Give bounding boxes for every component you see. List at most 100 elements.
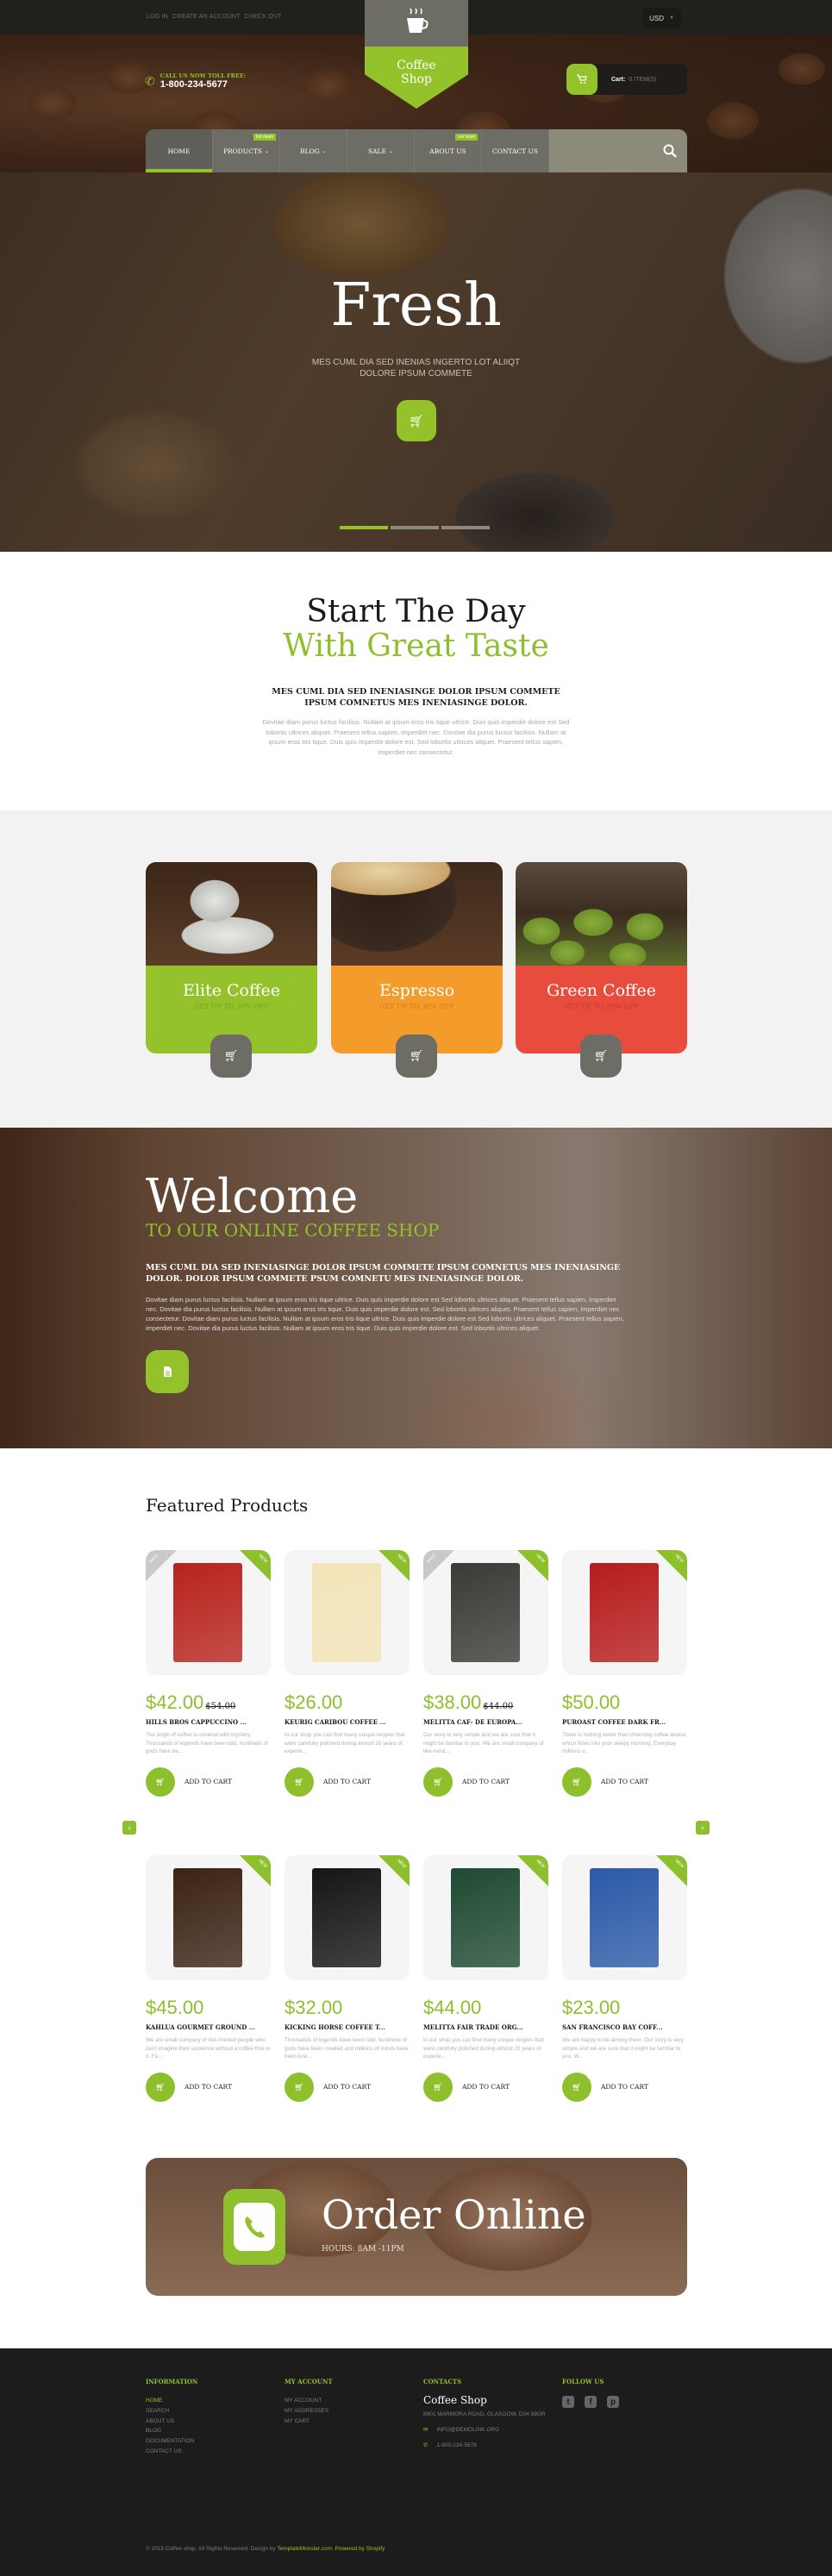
category-cart-button[interactable]: 🛒︎ <box>210 1035 252 1078</box>
cart-widget[interactable]: Cart: 0 ITEM(S) <box>566 64 687 95</box>
add-to-cart-button[interactable]: 🛒︎ <box>423 1767 453 1797</box>
product-name[interactable]: KICKING HORSE COFFEE T... <box>285 2023 410 2031</box>
footer-heading: FOLLOW US <box>562 2378 604 2385</box>
carousel-next-button[interactable]: › <box>696 1821 710 1835</box>
logo-text: Coffee Shop <box>397 59 436 86</box>
add-to-cart-button[interactable]: 🛒︎ <box>285 2073 314 2102</box>
product-description: Our story is very simple and we are sure… <box>423 1732 544 1754</box>
product-name[interactable]: KEURIG CARIBOU COFFEE ... <box>285 1718 410 1726</box>
product-name[interactable]: HILLS BROS CAPPUCCINO ... <box>146 1718 271 1726</box>
welcome-title: Welcome <box>146 1169 359 1223</box>
category-offer: GET UP TO 30% OFF <box>563 1003 640 1010</box>
add-to-cart-label[interactable]: ADD TO CART <box>462 1778 510 1785</box>
product-image[interactable]: NEW <box>562 1550 687 1675</box>
category-card[interactable]: Green Coffee GET UP TO 30% OFF 🛒︎ <box>516 862 687 1078</box>
product-description: The origin of coffee is covered with mys… <box>146 1732 268 1754</box>
footer-link-my-cart[interactable]: MY CART <box>285 2417 333 2427</box>
footer-link-search[interactable]: SEARCH <box>146 2406 197 2417</box>
footer-address: 8901 MARMORA ROAD, GLASGOW, D04 89GR <box>423 2411 546 2417</box>
document-icon <box>163 1366 172 1377</box>
intro-subtitle: With Great Taste <box>283 628 549 664</box>
product-image[interactable]: NEW <box>285 1855 410 1980</box>
template-monster-link[interactable]: TemplateMonster.com. <box>277 2546 333 2552</box>
copyright: © 2015 Coffee shop. All Rights Reserved.… <box>146 2546 385 2552</box>
footer-email: ✉ INFO@DEMOLINK.ORG <box>423 2426 500 2434</box>
footer-link-blog[interactable]: BLOG <box>146 2426 197 2436</box>
nav-contact[interactable]: CONTACT US <box>482 129 549 172</box>
currency-selector[interactable]: USD ▼ <box>642 8 681 28</box>
footer-link-my-addresses[interactable]: MY ADDRESSES <box>285 2406 333 2417</box>
product-price: $44.00 <box>423 1997 482 2018</box>
add-to-cart-label[interactable]: ADD TO CART <box>462 2083 510 2091</box>
footer-link-contact[interactable]: CONTACT US <box>146 2447 197 2457</box>
add-to-cart-button[interactable]: 🛒︎ <box>423 2073 453 2102</box>
slide-dot-1[interactable] <box>340 526 388 529</box>
category-name: Elite Coffee <box>183 981 280 1000</box>
nav-products[interactable]: hot deals PRODUCTS ⌄ <box>213 129 280 172</box>
product-image[interactable]: NEW <box>146 1855 271 1980</box>
phone-number[interactable]: 1-800-234-5677 <box>160 79 247 90</box>
product-image[interactable]: NEW <box>285 1550 410 1675</box>
read-more-button[interactable] <box>146 1350 189 1393</box>
nav-home[interactable]: HOME <box>146 129 213 172</box>
order-online-banner[interactable]: Order Online HOURS: 8AM -11PM <box>146 2158 687 2296</box>
footer-link-documentation[interactable]: DOCUMENTATION <box>146 2436 197 2447</box>
product-name[interactable]: SAN FRANCISCO BAY COFF... <box>562 2023 687 2031</box>
product-name[interactable]: MELITTA FAIR TRADE ORG... <box>423 2023 548 2031</box>
intro-body: Dovitae diam purus luctus facilisis. Nul… <box>262 718 570 756</box>
hero-shop-button[interactable]: 🛒︎ <box>397 400 436 441</box>
add-to-cart-label[interactable]: ADD TO CART <box>323 1778 371 1785</box>
footer-link-my-account[interactable]: MY ACCOUNT <box>285 2396 333 2406</box>
new-badge: NEW <box>656 1855 687 1886</box>
category-card[interactable]: Espresso GET UP TO 30% OFF 🛒︎ <box>331 862 503 1078</box>
facebook-icon[interactable]: f <box>585 2396 597 2408</box>
search-icon[interactable] <box>663 144 677 158</box>
product-name[interactable]: KAHLUA GOURMET GROUND ... <box>146 2023 271 2031</box>
product-name[interactable]: MELITTA CAF- DE EUROPA... <box>423 1718 548 1726</box>
add-to-cart-label[interactable]: ADD TO CART <box>601 2083 648 2091</box>
category-card[interactable]: Elite Coffee GET UP TO 30% OFF 🛒︎ <box>146 862 317 1078</box>
product-image[interactable]: NEW <box>423 1855 548 1980</box>
add-to-cart-button[interactable]: 🛒︎ <box>562 2073 591 2102</box>
create-account-link[interactable]: CREATE AN ACCOUNT <box>172 14 241 20</box>
login-link[interactable]: LOG IN <box>147 14 168 20</box>
product-image[interactable]: SALE NEW <box>423 1550 548 1675</box>
cart-icon: 🛒︎ <box>155 2082 166 2091</box>
slide-dot-2[interactable] <box>391 526 439 529</box>
phone-block: ✆ CALL US NOW TOLL FREE: 1-800-234-5677 <box>145 72 246 90</box>
product-image[interactable]: SALE NEW <box>146 1550 271 1675</box>
add-to-cart-button[interactable]: 🛒︎ <box>146 1767 175 1797</box>
add-to-cart-label[interactable]: ADD TO CART <box>601 1778 648 1785</box>
category-cart-button[interactable]: 🛒︎ <box>580 1035 622 1078</box>
category-cart-button[interactable]: 🛒︎ <box>396 1035 437 1078</box>
checkout-link[interactable]: CHECK OUT <box>245 14 282 20</box>
pinterest-icon[interactable]: p <box>607 2396 619 2408</box>
slide-dot-3[interactable] <box>441 526 490 529</box>
footer-link-home[interactable]: HOME <box>146 2396 197 2406</box>
product-photo <box>173 1563 242 1662</box>
add-to-cart-button[interactable]: 🛒︎ <box>146 2073 175 2102</box>
cart-label: Cart: <box>611 76 626 83</box>
add-to-cart-button[interactable]: 🛒︎ <box>562 1767 591 1797</box>
nav-about[interactable]: our team ABOUT US <box>415 129 482 172</box>
nav-sale[interactable]: SALE ⌄ <box>347 129 415 172</box>
carousel-prev-button[interactable]: ‹ <box>122 1821 136 1835</box>
nav-blog[interactable]: BLOG ⌄ <box>280 129 347 172</box>
twitter-icon[interactable]: t <box>562 2396 574 2408</box>
new-badge: NEW <box>378 1550 410 1581</box>
logo[interactable]: Coffee Shop <box>365 0 468 109</box>
footer-link-about[interactable]: ABOUT US <box>146 2417 197 2427</box>
coffee-cup-icon <box>407 8 429 33</box>
add-to-cart-button[interactable]: 🛒︎ <box>285 1767 314 1797</box>
product-image[interactable]: NEW <box>562 1855 687 1980</box>
product-name[interactable]: PUROAST COFFEE DARK FR... <box>562 1718 687 1726</box>
shopify-link[interactable]: Powered by Shopify <box>335 2546 385 2552</box>
product-old-price: $54.00 <box>205 1702 236 1711</box>
featured-products-section: Featured Products SALE NEW $42.00 $54.00 HIL… <box>0 1448 832 2155</box>
add-to-cart-label[interactable]: ADD TO CART <box>185 2083 232 2091</box>
cart-icon[interactable] <box>566 64 597 95</box>
product-description: In our shop you can find many unique rec… <box>285 1732 405 1754</box>
add-to-cart-label[interactable]: ADD TO CART <box>323 2083 371 2091</box>
add-to-cart-label[interactable]: ADD TO CART <box>185 1778 232 1785</box>
chevron-down-icon: ⌄ <box>388 147 394 154</box>
